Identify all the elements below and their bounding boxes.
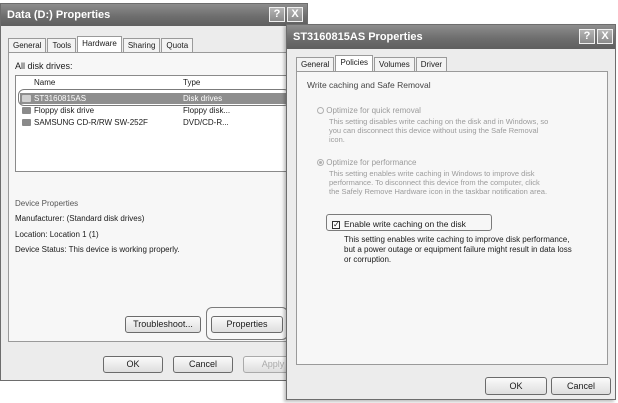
properties-button-highlight [206, 307, 288, 340]
tab-general[interactable]: General [8, 38, 47, 52]
tab-general[interactable]: General [296, 57, 335, 71]
column-name-header[interactable]: Name [34, 78, 55, 87]
tab-tools[interactable]: Tools [47, 38, 77, 52]
performance-label: Optimize for performance [326, 158, 417, 167]
drive-row[interactable]: Floppy disk drive Floppy disk... [20, 105, 286, 116]
quick-removal-option[interactable]: Optimize for quick removal [317, 106, 421, 115]
help-button[interactable]: ? [579, 29, 595, 44]
drive-properties-title: Data (D:) Properties [1, 4, 307, 26]
disk-properties-window: ST3160815AS Properties ? X General Polic… [286, 24, 616, 400]
drive-name: Floppy disk drive [34, 106, 95, 115]
drive-name: SAMSUNG CD-R/RW SW-252F [34, 118, 148, 127]
location-text: Location: Location 1 (1) [15, 230, 99, 239]
performance-radio[interactable] [317, 159, 324, 167]
hardware-panel: All disk drives: Name Type ST3160815AS D… [8, 52, 298, 342]
disk-properties-title: ST3160815AS Properties [287, 25, 615, 49]
floppy-drive-icon [22, 107, 31, 114]
drive-row[interactable]: SAMSUNG CD-R/RW SW-252F DVD/CD-R... [20, 117, 286, 128]
performance-description: This setting enables write caching in Wi… [329, 169, 548, 196]
quick-removal-label: Optimize for quick removal [326, 106, 421, 115]
ok-button[interactable]: OK [485, 377, 547, 395]
help-button[interactable]: ? [269, 7, 285, 22]
device-properties-heading: Device Properties [15, 199, 79, 208]
ok-button[interactable]: OK [103, 356, 163, 373]
cd-drive-icon [22, 119, 31, 126]
selected-drive-highlight [18, 89, 290, 106]
all-disk-drives-label: All disk drives: [15, 61, 73, 71]
manufacturer-text: Manufacturer: (Standard disk drives) [15, 214, 145, 223]
tab-driver[interactable]: Driver [415, 57, 448, 71]
quick-removal-description: This setting disables write caching on t… [329, 117, 549, 144]
write-caching-highlight [326, 214, 492, 231]
tab-quota[interactable]: Quota [161, 38, 194, 52]
tab-hardware[interactable]: Hardware [77, 36, 122, 52]
close-button[interactable]: X [287, 7, 303, 22]
quick-removal-radio[interactable] [317, 107, 324, 115]
tab-sharing[interactable]: Sharing [122, 38, 161, 52]
drive-properties-window: Data (D:) Properties ? X General Tools H… [0, 3, 308, 381]
column-type-header[interactable]: Type [183, 78, 200, 87]
device-status-text: Device Status: This device is working pr… [15, 245, 180, 254]
write-caching-group-title: Write caching and Safe Removal [307, 80, 431, 90]
tab-policies[interactable]: Policies [335, 55, 374, 71]
tab-strip: General Tools Hardware Sharing Quota [8, 36, 194, 52]
troubleshoot-button[interactable]: Troubleshoot... [125, 316, 201, 333]
tab-volumes[interactable]: Volumes [374, 57, 415, 71]
cancel-button[interactable]: Cancel [551, 377, 611, 395]
close-button[interactable]: X [597, 29, 613, 44]
write-caching-description: This setting enables write caching to im… [344, 235, 572, 264]
performance-option[interactable]: Optimize for performance [317, 158, 417, 167]
policies-panel: Write caching and Safe Removal Optimize … [296, 71, 608, 365]
tab-strip: General Policies Volumes Driver [296, 55, 448, 71]
cancel-button[interactable]: Cancel [173, 356, 233, 373]
drive-type: DVD/CD-R... [183, 118, 229, 127]
drive-type: Floppy disk... [183, 106, 231, 115]
